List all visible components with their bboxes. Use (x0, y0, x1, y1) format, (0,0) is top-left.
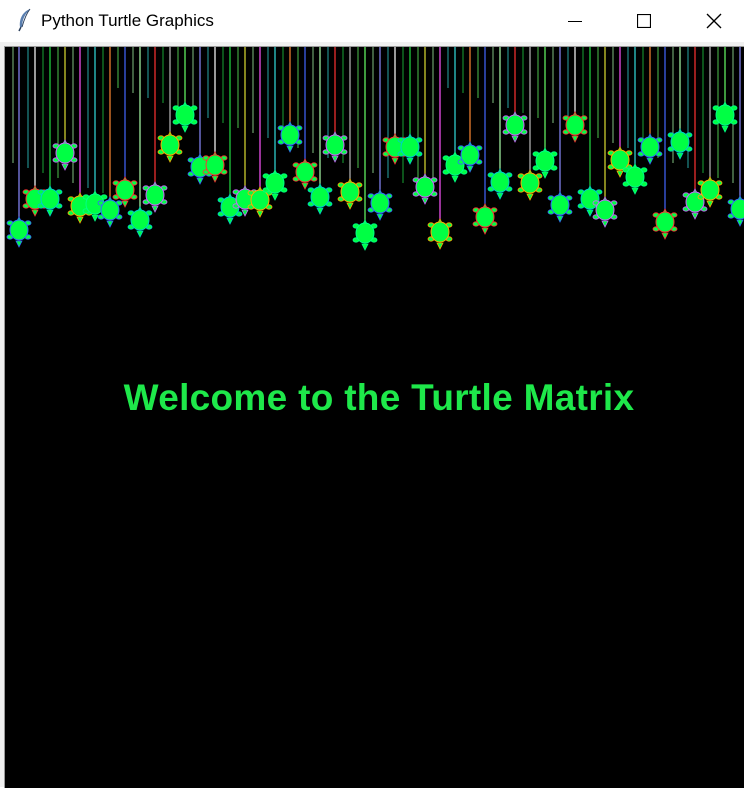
turtle-icon (487, 168, 513, 200)
turtle-icon (592, 196, 618, 228)
falling-turtles (6, 101, 744, 251)
turtle-icon (97, 196, 123, 228)
turtle-icon (202, 151, 228, 183)
window-title: Python Turtle Graphics (41, 11, 214, 30)
turtle-icon (532, 147, 558, 179)
turtle-icon (547, 191, 573, 223)
turtle-icon (622, 163, 648, 195)
close-icon (706, 13, 722, 29)
title-bar[interactable]: Python Turtle Graphics (0, 0, 744, 42)
maximize-icon (637, 14, 651, 28)
turtle-icon (562, 111, 588, 143)
turtle-icon (517, 169, 543, 201)
feather-icon (16, 8, 34, 32)
welcome-banner: Welcome to the Turtle Matrix (123, 377, 635, 418)
minimize-icon (568, 21, 582, 22)
turtle-icon (172, 101, 198, 133)
turtle-icon (637, 133, 663, 165)
turtle-icon (502, 111, 528, 143)
turtle-icon (6, 216, 32, 248)
turtle-icon (127, 206, 153, 238)
turtle-icon (427, 218, 453, 250)
turtle-canvas[interactable]: Welcome to the Turtle Matrix (4, 46, 744, 788)
turtle-icon (157, 131, 183, 163)
turtle-icon (37, 185, 63, 217)
turtle-icon (412, 173, 438, 205)
turtle-icon (337, 178, 363, 210)
close-button[interactable] (679, 0, 744, 42)
turtle-icon (367, 189, 393, 221)
turtle-icon (652, 208, 678, 240)
maximize-button[interactable] (609, 0, 679, 42)
turtle-icon (142, 181, 168, 213)
turtle-icon (292, 158, 318, 190)
turtle-icon (352, 219, 378, 251)
turtle-icon (307, 183, 333, 215)
turtle-icon (472, 203, 498, 235)
minimize-button[interactable] (540, 0, 610, 42)
turtle-icon (727, 195, 744, 227)
